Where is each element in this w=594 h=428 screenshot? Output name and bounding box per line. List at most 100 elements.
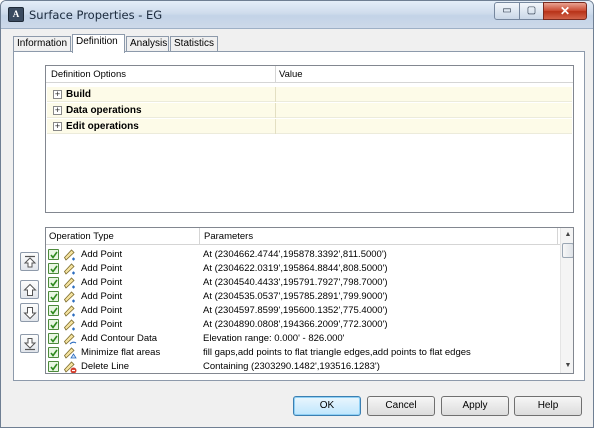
operation-parameters: Containing (2303290.1482',193516.1283')	[203, 361, 380, 372]
operation-row[interactable]: Add Point At (2304890.0808',194366.2009'…	[46, 318, 560, 332]
operation-parameters: At (2304622.0319',195864.8844',808.5000'…	[203, 263, 388, 274]
definition-row-label: Build	[66, 89, 91, 100]
operation-checkbox[interactable]	[48, 333, 59, 344]
operation-type: Delete Line	[81, 361, 130, 372]
tab-strip: Information Definition Analysis Statisti…	[13, 34, 583, 53]
move-to-top-button[interactable]	[20, 252, 39, 271]
checkmark-icon	[50, 279, 58, 287]
definition-options-tree: Definition Options Value + Build + Data …	[45, 65, 574, 213]
operation-parameters: fill gaps,add points to flat triangle ed…	[203, 347, 471, 358]
move-to-bottom-button[interactable]	[20, 334, 39, 353]
scroll-down-icon[interactable]: ▼	[561, 359, 573, 373]
operation-row[interactable]: Delete Line Containing (2303290.1482',19…	[46, 360, 560, 373]
operation-parameters: At (2304890.0808',194366.2009',772.3000'…	[203, 319, 388, 330]
operation-type: Add Point	[81, 249, 123, 260]
operation-row[interactable]: Add Contour Data Elevation range: 0.000'…	[46, 332, 560, 346]
scroll-up-icon[interactable]: ▲	[561, 228, 573, 242]
add-point-icon	[64, 305, 75, 317]
operation-parameters: At (2304535.0537',195785.2891',799.9000'…	[203, 291, 388, 302]
operation-checkbox[interactable]	[48, 305, 59, 316]
operation-checkbox[interactable]	[48, 277, 59, 288]
move-down-button[interactable]	[20, 303, 39, 322]
checkmark-icon	[50, 307, 58, 315]
close-button[interactable]: ✕	[543, 2, 587, 20]
arrow-up-icon	[23, 283, 37, 296]
definition-row-edit-operations[interactable]: + Edit operations	[47, 119, 572, 134]
checkmark-icon	[50, 363, 58, 371]
tab-statistics[interactable]: Statistics	[170, 36, 218, 52]
header-value[interactable]: Value	[279, 69, 303, 80]
add-point-icon	[64, 291, 75, 303]
definition-row-label: Data operations	[66, 105, 142, 116]
value-cell-divider	[275, 119, 276, 134]
add-point-icon	[64, 277, 75, 289]
expand-icon[interactable]: +	[53, 122, 62, 131]
minimize-button[interactable]: ▭	[494, 2, 520, 20]
help-button[interactable]: Help	[514, 396, 582, 416]
operation-checkbox[interactable]	[48, 319, 59, 330]
operation-parameters: At (2304662.4744',195878.3392',811.5000'…	[203, 249, 387, 260]
definition-row-build[interactable]: + Build	[47, 87, 572, 102]
move-up-button[interactable]	[20, 280, 39, 299]
value-cell-divider	[275, 87, 276, 102]
operation-checkbox[interactable]	[48, 249, 59, 260]
move-to-top-icon	[23, 255, 37, 268]
maximize-button[interactable]: ▢	[519, 2, 544, 20]
operation-row[interactable]: Add Point At (2304622.0319',195864.8844'…	[46, 262, 560, 276]
expand-icon[interactable]: +	[53, 106, 62, 115]
operation-row[interactable]: Add Point At (2304597.8599',195600.1352'…	[46, 304, 560, 318]
add-point-icon	[64, 319, 75, 331]
tab-information[interactable]: Information	[13, 36, 71, 52]
operation-parameters: At (2304540.4433',195791.7927',798.7000'…	[203, 277, 388, 288]
operation-type: Add Point	[81, 305, 123, 316]
scroll-thumb[interactable]	[562, 243, 573, 258]
expand-icon[interactable]: +	[53, 90, 62, 99]
header-definition-options[interactable]: Definition Options	[51, 69, 126, 80]
operations-header: Operation Type Parameters	[46, 228, 560, 245]
vertical-scrollbar[interactable]: ▲ ▼	[560, 228, 573, 373]
operation-type: Add Point	[81, 263, 123, 274]
operation-parameters: At (2304597.8599',195600.1352',775.4000'…	[203, 305, 388, 316]
operation-checkbox[interactable]	[48, 263, 59, 274]
checkmark-icon	[50, 293, 58, 301]
header-operation-type[interactable]: Operation Type	[49, 231, 114, 242]
operations-list: Operation Type Parameters Add Point At (…	[45, 227, 574, 374]
definition-header: Definition Options Value	[46, 66, 573, 83]
minimize-flat-icon	[64, 347, 77, 359]
operation-row[interactable]: Add Point At (2304662.4744',195878.3392'…	[46, 248, 560, 262]
arrow-down-icon	[23, 307, 37, 320]
operation-checkbox[interactable]	[48, 291, 59, 302]
add-point-icon	[64, 263, 75, 275]
operation-type: Add Point	[81, 291, 123, 302]
operation-row[interactable]: Add Point At (2304540.4433',195791.7927'…	[46, 276, 560, 290]
delete-line-icon	[64, 361, 77, 373]
operation-row[interactable]: Add Point At (2304535.0537',195785.2891'…	[46, 290, 560, 304]
column-separator[interactable]	[275, 66, 276, 83]
tab-analysis[interactable]: Analysis	[126, 36, 169, 52]
apply-button[interactable]: Apply	[441, 396, 509, 416]
add-point-icon	[64, 249, 75, 261]
checkmark-icon	[50, 265, 58, 273]
operation-type: Add Contour Data	[81, 333, 158, 344]
operation-type: Add Point	[81, 277, 123, 288]
header-parameters[interactable]: Parameters	[204, 231, 253, 242]
title-bar[interactable]: A Surface Properties - EG ▭ ▢ ✕	[1, 1, 593, 29]
operation-type: Minimize flat areas	[81, 347, 161, 358]
column-separator[interactable]	[557, 228, 558, 245]
ok-button[interactable]: OK	[293, 396, 361, 416]
operation-checkbox[interactable]	[48, 361, 59, 372]
move-to-bottom-icon	[23, 338, 37, 351]
autocad-app-icon: A	[8, 7, 24, 22]
value-cell-divider	[275, 103, 276, 118]
definition-row-label: Edit operations	[66, 121, 139, 132]
operation-checkbox[interactable]	[48, 347, 59, 358]
tab-definition[interactable]: Definition	[72, 34, 125, 53]
definition-row-data-operations[interactable]: + Data operations	[47, 103, 572, 118]
cancel-button[interactable]: Cancel	[367, 396, 435, 416]
checkmark-icon	[50, 349, 58, 357]
checkmark-icon	[50, 335, 58, 343]
window-title: Surface Properties - EG	[29, 8, 163, 22]
operation-row[interactable]: Minimize flat areas fill gaps,add points…	[46, 346, 560, 360]
operation-parameters: Elevation range: 0.000' - 826.000'	[203, 333, 345, 344]
column-separator[interactable]	[199, 228, 200, 245]
